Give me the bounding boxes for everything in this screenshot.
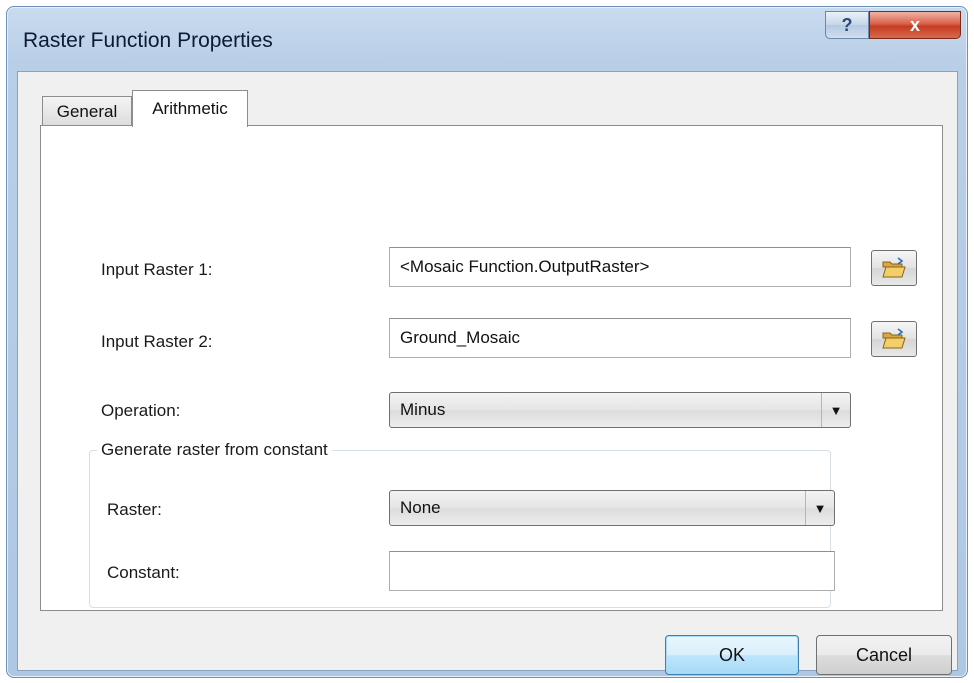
constant-label: Constant:	[107, 563, 180, 582]
title-bar[interactable]: Raster Function Properties ? x	[7, 7, 967, 69]
tab-arithmetic[interactable]: Arithmetic	[132, 90, 248, 127]
raster-label: Raster:	[107, 500, 162, 519]
operation-label: Operation:	[101, 401, 181, 420]
dialog-body: General Arithmetic Input Raster 1: <Mosa…	[17, 71, 958, 675]
tab-general-label: General	[56, 101, 118, 121]
raster-value: None	[400, 498, 441, 517]
input-raster-1-field[interactable]: <Mosaic Function.OutputRaster>	[389, 247, 851, 287]
ok-button[interactable]: OK	[665, 635, 799, 675]
tab-general[interactable]: General	[42, 96, 132, 126]
close-button[interactable]: x	[869, 11, 961, 39]
input-raster-2-label: Input Raster 2:	[101, 332, 213, 351]
browse-input-raster-1-button[interactable]	[871, 250, 917, 286]
dialog-window: Raster Function Properties ? x General A…	[6, 6, 968, 678]
close-icon: x	[909, 14, 920, 35]
folder-open-icon	[882, 328, 906, 349]
window-title: Raster Function Properties	[23, 29, 273, 52]
constant-group-title: Generate raster from constant	[97, 440, 332, 460]
operation-value: Minus	[400, 400, 446, 419]
ok-button-label: OK	[718, 644, 745, 665]
chevron-down-icon: ▼	[805, 491, 834, 525]
help-icon: ?	[841, 14, 853, 35]
constant-field[interactable]	[389, 551, 835, 591]
operation-dropdown[interactable]: Minus ▼	[389, 392, 851, 428]
input-raster-2-field[interactable]: Ground_Mosaic	[389, 318, 851, 358]
arithmetic-panel: Input Raster 1: <Mosaic Function.OutputR…	[40, 125, 943, 611]
tab-arithmetic-label: Arithmetic	[152, 99, 228, 118]
chevron-down-icon: ▼	[821, 393, 850, 427]
help-button[interactable]: ?	[825, 11, 869, 39]
input-raster-1-value: <Mosaic Function.OutputRaster>	[400, 257, 650, 276]
browse-input-raster-2-button[interactable]	[871, 321, 917, 357]
cancel-button-label: Cancel	[855, 644, 913, 665]
cancel-button[interactable]: Cancel	[816, 635, 952, 675]
folder-open-icon	[882, 257, 906, 278]
input-raster-1-label: Input Raster 1:	[101, 260, 213, 279]
input-raster-2-value: Ground_Mosaic	[400, 328, 521, 347]
raster-dropdown[interactable]: None ▼	[389, 490, 835, 526]
